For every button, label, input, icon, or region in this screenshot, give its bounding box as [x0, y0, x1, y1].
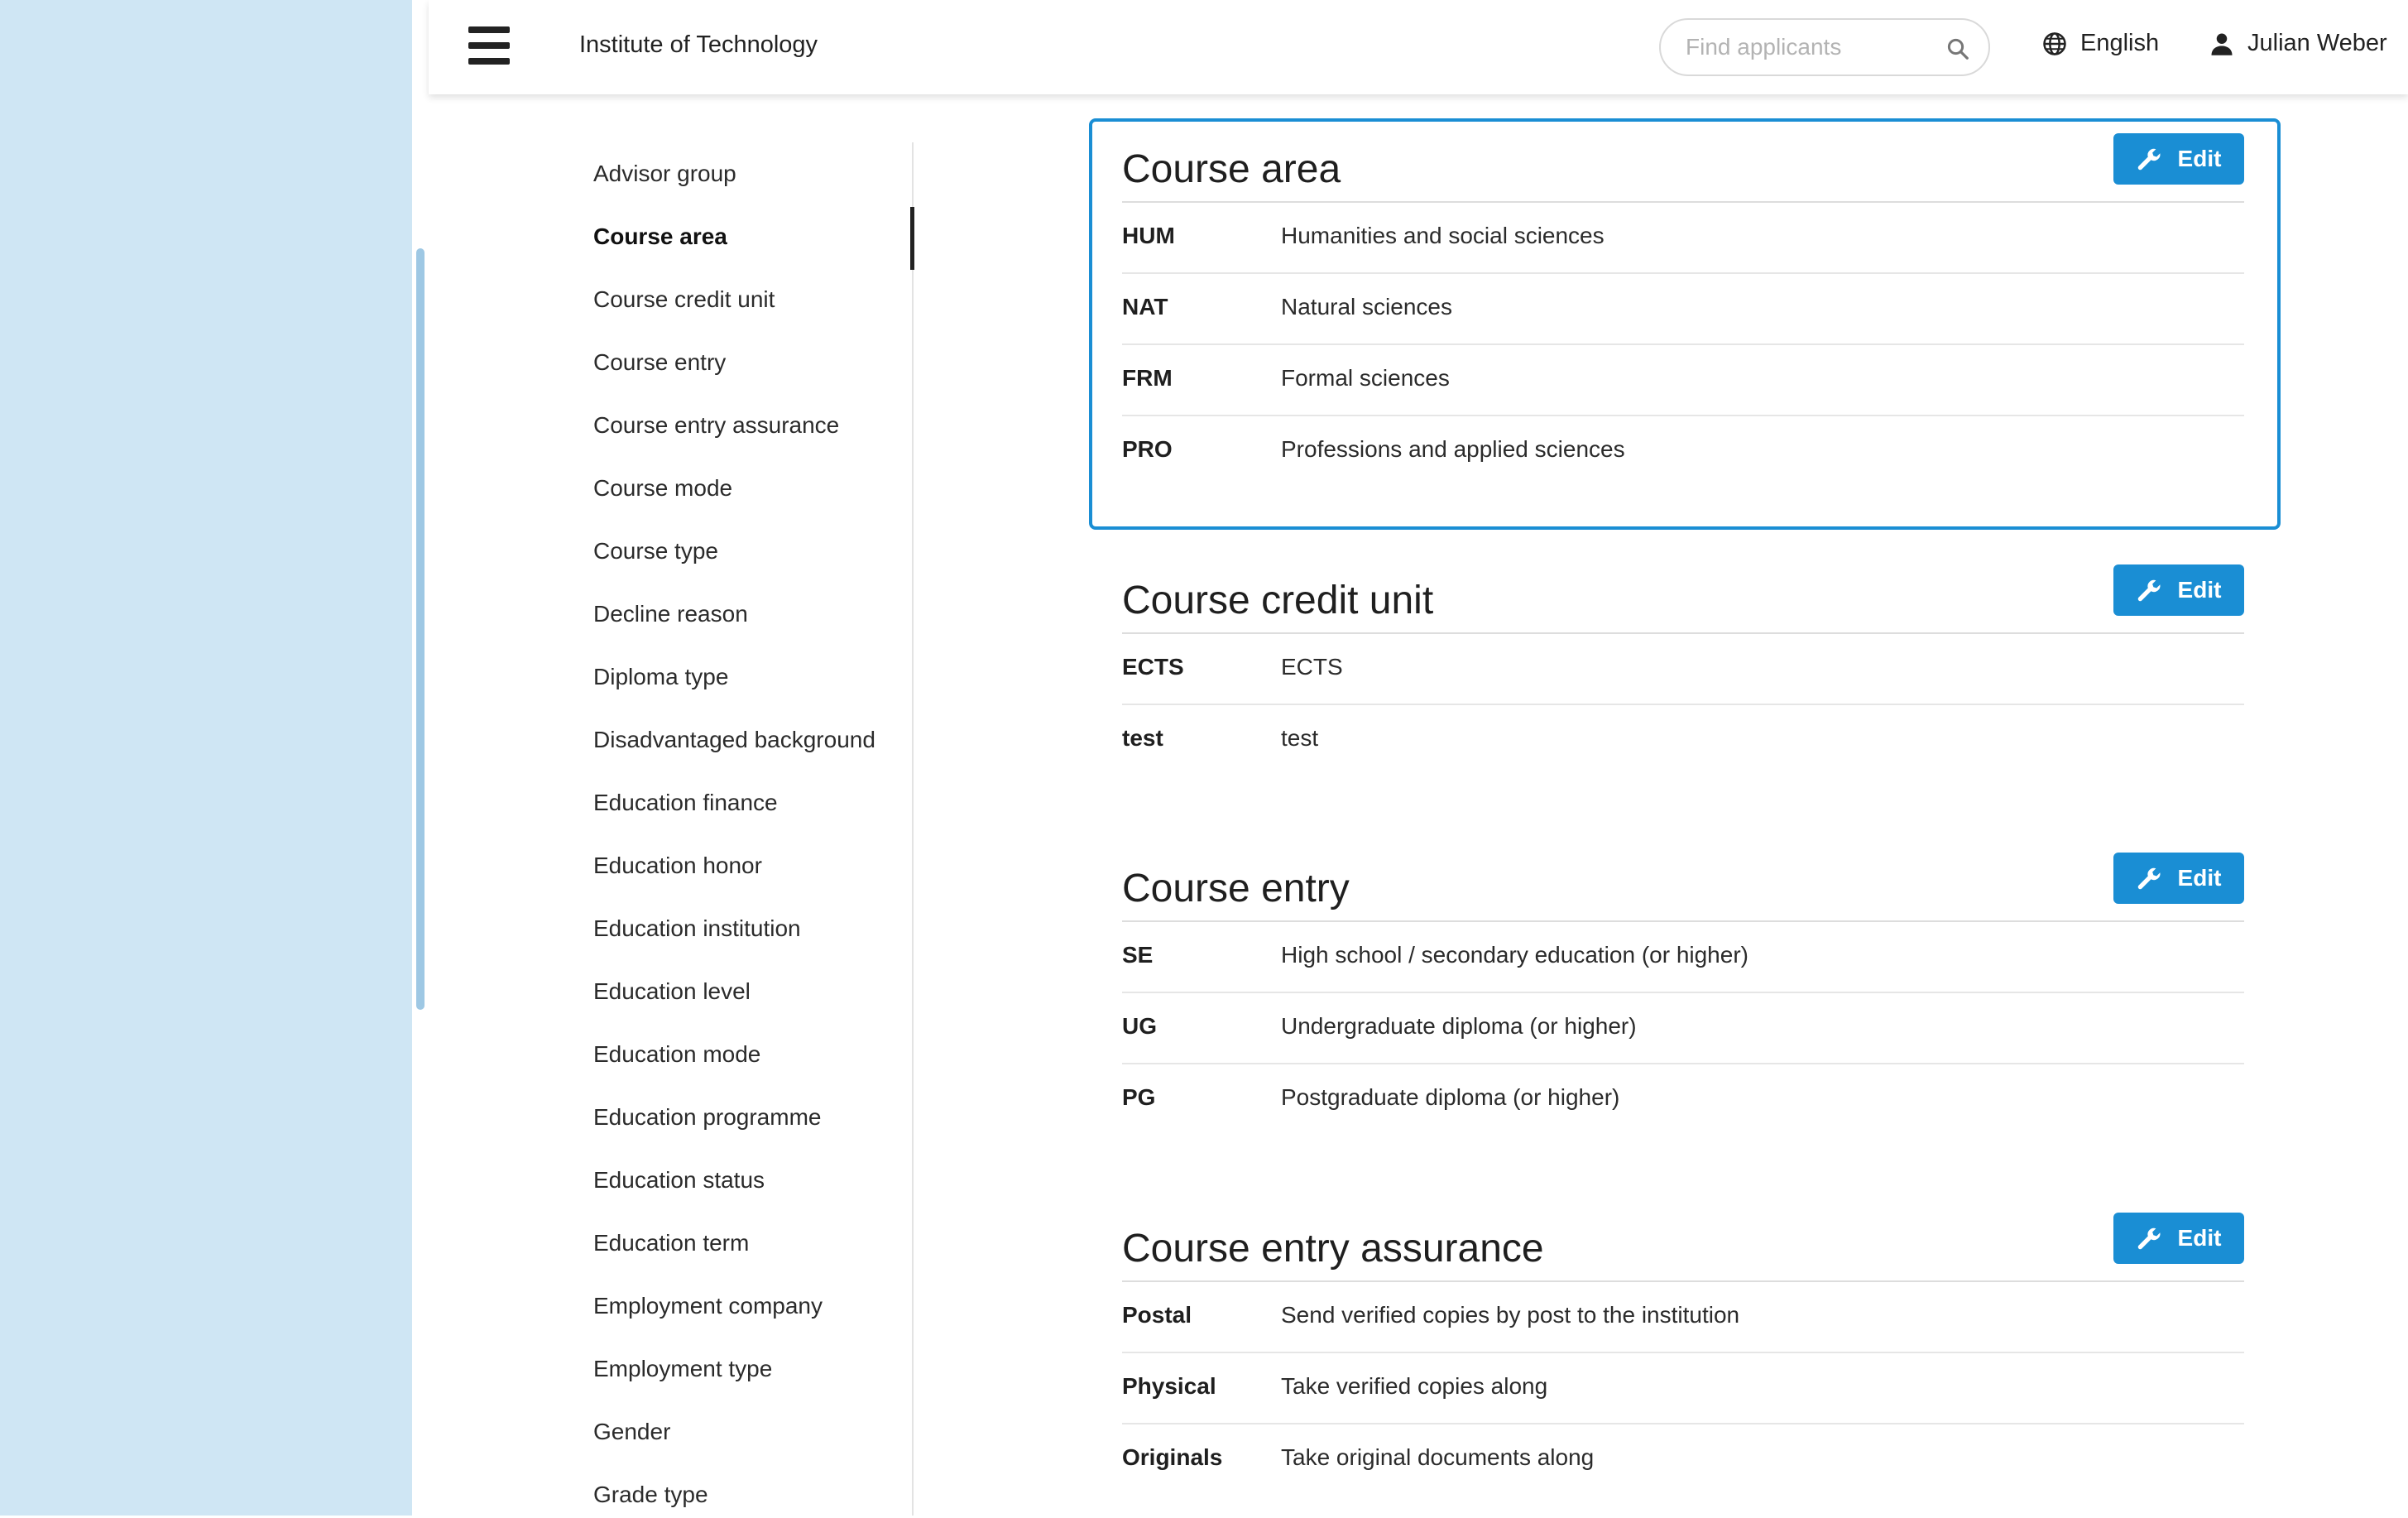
row-code: ECTS — [1122, 654, 1184, 680]
table-row: SE High school / secondary education (or … — [1122, 922, 2244, 993]
edit-button[interactable]: Edit — [2113, 133, 2244, 185]
user-name: Julian Weber — [2247, 30, 2387, 56]
wrench-icon — [2137, 867, 2161, 890]
classifier-list-item[interactable]: Education term — [593, 1230, 749, 1256]
sidebar-scrollbar-thumb[interactable] — [416, 248, 425, 1010]
language-selector[interactable]: English — [2042, 30, 2159, 57]
row-code: HUM — [1122, 223, 1175, 248]
row-code: FRM — [1122, 365, 1173, 391]
card-title: Course entry — [1122, 867, 1350, 910]
classifier-list-item[interactable]: Education mode — [593, 1041, 760, 1068]
sidebar-scrollbar-track[interactable] — [0, 0, 412, 1516]
institution-title: Institute of Technology — [579, 31, 818, 58]
table-row: PRO Professions and applied sciences — [1122, 416, 2244, 488]
table-row: UG Undergraduate diploma (or higher) — [1122, 993, 2244, 1064]
row-code: Originals — [1122, 1444, 1223, 1470]
language-label: English — [2080, 30, 2160, 56]
row-description: Humanities and social sciences — [1281, 223, 1605, 248]
card-title: Course area — [1122, 147, 1341, 191]
row-description: ECTS — [1281, 654, 1343, 680]
table-row: FRM Formal sciences — [1122, 345, 2244, 416]
row-code: test — [1122, 725, 1163, 751]
search-icon[interactable] — [1945, 36, 1970, 61]
row-code: PRO — [1122, 436, 1173, 462]
globe-icon — [2043, 31, 2066, 55]
table-row: Postal Send verified copies by post to th… — [1122, 1282, 2244, 1353]
row-code: UG — [1122, 1013, 1157, 1039]
table-row: NAT Natural sciences — [1122, 274, 2244, 345]
edit-button-label: Edit — [2177, 1225, 2222, 1251]
row-description: Postgraduate diploma (or higher) — [1281, 1084, 1620, 1110]
search-input[interactable] — [1684, 33, 1936, 61]
table-row: PG Postgraduate diploma (or higher) — [1122, 1064, 2244, 1136]
row-description: Undergraduate diploma (or higher) — [1281, 1013, 1637, 1039]
table-row: HUM Humanities and social sciences — [1122, 203, 2244, 274]
card-title: Course entry assurance — [1122, 1227, 1544, 1271]
classifier-list-item[interactable]: Advisor group — [593, 161, 736, 187]
classifier-list-item[interactable]: Education programme — [593, 1104, 821, 1131]
wrench-icon — [2137, 148, 2161, 171]
classifier-list-item[interactable]: Employment company — [593, 1293, 823, 1319]
hamburger-menu-icon[interactable] — [468, 26, 510, 65]
user-icon — [2211, 33, 2233, 55]
table-row: test test — [1122, 705, 2244, 776]
classifier-list-item[interactable]: Employment type — [593, 1356, 772, 1382]
classifier-list-item[interactable]: Course type — [593, 538, 718, 564]
table-row: Originals Take original documents along — [1122, 1424, 2244, 1496]
row-description: Professions and applied sciences — [1281, 436, 1625, 462]
classifier-list-item[interactable]: Gender — [593, 1419, 670, 1445]
row-code: NAT — [1122, 294, 1168, 319]
classifier-list-item[interactable]: Diploma type — [593, 664, 728, 690]
row-description: Formal sciences — [1281, 365, 1450, 391]
row-code: Physical — [1122, 1373, 1216, 1399]
wrench-icon — [2137, 1227, 2161, 1250]
row-description: test — [1281, 725, 1319, 751]
classifier-card-course-entry: Course entry Edit SE High school / secondar… — [1089, 838, 2281, 1169]
edit-button-label: Edit — [2177, 865, 2222, 891]
row-description: High school / secondary education (or hi… — [1281, 942, 1748, 968]
row-description: Take original documents along — [1281, 1444, 1595, 1470]
edit-button[interactable]: Edit — [2113, 853, 2244, 904]
row-description: Natural sciences — [1281, 294, 1452, 319]
wrench-icon — [2137, 579, 2161, 602]
classifier-list-item[interactable]: Education finance — [593, 790, 778, 816]
classifier-card-course-entry-assurance: Course entry assurance Edit Postal Send ver… — [1089, 1198, 2281, 1516]
row-description: Send verified copies by post to the inst… — [1281, 1302, 1740, 1328]
user-menu[interactable]: Julian Weber — [2209, 30, 2387, 57]
edit-button[interactable]: Edit — [2113, 1213, 2244, 1264]
classifier-list-item[interactable]: Course credit unit — [593, 286, 775, 313]
card-title: Course credit unit — [1122, 579, 1434, 622]
classifier-list-item[interactable]: Education status — [593, 1167, 765, 1194]
edit-button[interactable]: Edit — [2113, 564, 2244, 616]
table-row: Physical Take verified copies along — [1122, 1353, 2244, 1424]
classifier-list-item[interactable]: Grade type — [593, 1482, 708, 1508]
classifier-list-divider — [912, 142, 914, 1516]
classifier-list-item[interactable]: Education institution — [593, 915, 801, 942]
search-box[interactable] — [1659, 18, 1990, 76]
classifier-card-course-area: Course area Edit HUM Humanities and social … — [1089, 118, 2281, 530]
classifier-list-item[interactable]: Education level — [593, 978, 751, 1005]
row-code: Postal — [1122, 1302, 1192, 1328]
classifier-list-item[interactable]: Education honor — [593, 853, 762, 879]
row-code: SE — [1122, 942, 1154, 968]
classifier-list-item[interactable]: Course entry assurance — [593, 412, 839, 439]
classifier-list-item[interactable]: Disadvantaged background — [593, 727, 875, 753]
table-row: ECTS ECTS — [1122, 634, 2244, 705]
active-classifier-marker — [910, 207, 914, 270]
edit-button-label: Edit — [2177, 577, 2222, 603]
classifier-list-item[interactable]: Course mode — [593, 475, 732, 502]
classifier-list-item[interactable]: Decline reason — [593, 601, 748, 627]
edit-button-label: Edit — [2177, 146, 2222, 171]
classifier-card-course-credit-unit: Course credit unit Edit ECTS ECTS test test — [1089, 550, 2281, 823]
classifier-list-item[interactable]: Course entry — [593, 349, 726, 376]
row-description: Take verified copies along — [1281, 1373, 1548, 1399]
classifier-list-item[interactable]: Course area — [593, 223, 727, 250]
row-code: PG — [1122, 1084, 1156, 1110]
